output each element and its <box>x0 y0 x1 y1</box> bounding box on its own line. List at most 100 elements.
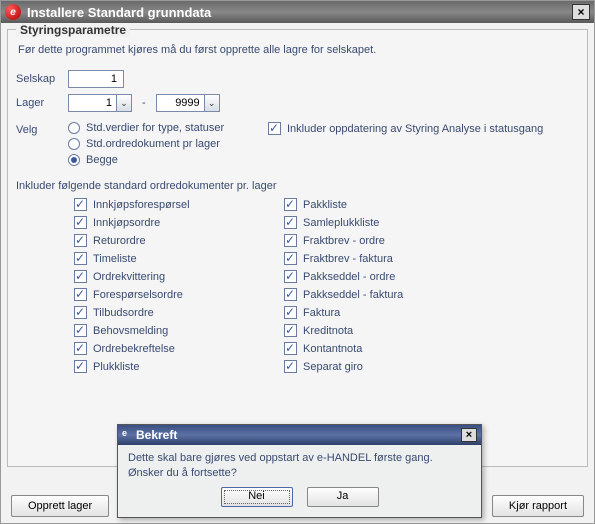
doc-check-item[interactable]: Ordrebekreftelse <box>74 342 284 355</box>
doc-label: Behovsmelding <box>93 325 168 337</box>
checkbox-icon <box>74 324 87 337</box>
checkbox-icon <box>284 216 297 229</box>
lager-to-input[interactable] <box>156 94 204 112</box>
range-dash: - <box>142 97 146 109</box>
doc-check-item[interactable]: Pakkseddel - faktura <box>284 288 494 301</box>
app-logo-icon: e <box>122 428 136 442</box>
kjor-rapport-button[interactable]: Kjør rapport <box>492 495 584 517</box>
doc-col-right: Pakkliste Samleplukkliste Fraktbrev - ordr… <box>284 198 494 378</box>
doc-label: Innkjøpsordre <box>93 217 160 229</box>
radio-std-values[interactable]: Std.verdier for type, statuser <box>68 122 268 134</box>
params-group: Styringsparametre Før dette programmet k… <box>7 29 588 467</box>
doc-check-item[interactable]: Timeliste <box>74 252 284 265</box>
doc-label: Ordrekvittering <box>93 271 165 283</box>
main-window: e Installere Standard grunndata × Styrin… <box>0 0 595 524</box>
radio-label: Begge <box>86 154 118 166</box>
doc-check-item[interactable]: Pakkseddel - ordre <box>284 270 494 283</box>
checkbox-label: Inkluder oppdatering av Styring Analyse … <box>287 123 543 135</box>
checkbox-icon <box>74 252 87 265</box>
doc-check-item[interactable]: Fraktbrev - faktura <box>284 252 494 265</box>
checkbox-icon <box>74 216 87 229</box>
dialog-title: Bekreft <box>136 428 177 442</box>
checkbox-icon <box>284 252 297 265</box>
chevron-down-icon[interactable]: ⌄ <box>204 94 220 112</box>
doc-col-left: Innkjøpsforespørsel Innkjøpsordre Returord… <box>74 198 284 378</box>
confirm-dialog: e Bekreft × Dette skal bare gjøres ved o… <box>117 424 482 518</box>
selskap-input[interactable] <box>68 70 124 88</box>
lager-label: Lager <box>16 97 68 109</box>
intro-text: Før dette programmet kjøres må du først … <box>18 44 579 56</box>
titlebar: e Installere Standard grunndata × <box>1 1 594 23</box>
doc-label: Plukkliste <box>93 361 139 373</box>
doc-columns: Innkjøpsforespørsel Innkjøpsordre Returord… <box>74 198 579 378</box>
doc-check-item[interactable]: Samleplukkliste <box>284 216 494 229</box>
doc-label: Samleplukkliste <box>303 217 379 229</box>
doc-label: Tilbudsordre <box>93 307 154 319</box>
checkbox-icon <box>74 288 87 301</box>
window-title: Installere Standard grunndata <box>27 5 211 20</box>
doc-label: Pakkliste <box>303 199 347 211</box>
doc-label: Faktura <box>303 307 340 319</box>
opprett-lager-button[interactable]: Opprett lager <box>11 495 109 517</box>
radio-icon <box>68 154 80 166</box>
doc-label: Forespørselsordre <box>93 289 183 301</box>
doc-label: Returordre <box>93 235 146 247</box>
doc-label: Pakkseddel - ordre <box>303 271 395 283</box>
radio-icon <box>68 138 80 150</box>
doc-check-item[interactable]: Pakkliste <box>284 198 494 211</box>
doc-check-item[interactable]: Returordre <box>74 234 284 247</box>
checkbox-icon <box>74 360 87 373</box>
doc-check-item[interactable]: Plukkliste <box>74 360 284 373</box>
checkbox-icon <box>74 198 87 211</box>
doc-label: Ordrebekreftelse <box>93 343 175 355</box>
dialog-buttons: Nei Ja <box>128 487 471 507</box>
checkbox-icon <box>268 122 281 135</box>
checkbox-icon <box>74 342 87 355</box>
checkbox-icon <box>74 270 87 283</box>
doc-check-item[interactable]: Ordrekvittering <box>74 270 284 283</box>
checkbox-icon <box>284 324 297 337</box>
include-update-check[interactable]: Inkluder oppdatering av Styring Analyse … <box>268 122 543 135</box>
dialog-text: Dette skal bare gjøres ved oppstart av e… <box>128 451 471 481</box>
doc-check-item[interactable]: Fraktbrev - ordre <box>284 234 494 247</box>
radio-std-doc[interactable]: Std.ordredokument pr lager <box>68 138 268 150</box>
checkbox-icon <box>284 306 297 319</box>
lager-from-input[interactable] <box>68 94 116 112</box>
no-button[interactable]: Nei <box>221 487 293 507</box>
checkbox-icon <box>284 342 297 355</box>
radio-begge[interactable]: Begge <box>68 154 268 166</box>
checkbox-icon <box>74 306 87 319</box>
doc-check-item[interactable]: Faktura <box>284 306 494 319</box>
lager-from-spinner[interactable]: ⌄ <box>68 94 132 112</box>
close-icon[interactable]: × <box>461 428 477 442</box>
checkbox-icon <box>284 198 297 211</box>
doc-label: Timeliste <box>93 253 137 265</box>
chevron-down-icon[interactable]: ⌄ <box>116 94 132 112</box>
doc-check-item[interactable]: Kontantnota <box>284 342 494 355</box>
doc-label: Kontantnota <box>303 343 362 355</box>
velg-label: Velg <box>16 122 68 170</box>
doc-section-label: Inkluder følgende standard ordredokument… <box>16 180 579 192</box>
checkbox-icon <box>284 234 297 247</box>
doc-check-item[interactable]: Innkjøpsordre <box>74 216 284 229</box>
close-icon[interactable]: × <box>572 4 590 20</box>
doc-check-item[interactable]: Separat giro <box>284 360 494 373</box>
doc-label: Separat giro <box>303 361 363 373</box>
doc-label: Innkjøpsforespørsel <box>93 199 190 211</box>
doc-check-item[interactable]: Tilbudsordre <box>74 306 284 319</box>
checkbox-icon <box>74 234 87 247</box>
doc-label: Kreditnota <box>303 325 353 337</box>
doc-label: Pakkseddel - faktura <box>303 289 403 301</box>
app-logo-icon: e <box>5 4 21 20</box>
doc-check-item[interactable]: Innkjøpsforespørsel <box>74 198 284 211</box>
radio-label: Std.verdier for type, statuser <box>86 122 224 134</box>
lager-to-spinner[interactable]: ⌄ <box>156 94 220 112</box>
checkbox-icon <box>284 288 297 301</box>
doc-check-item[interactable]: Kreditnota <box>284 324 494 337</box>
yes-button[interactable]: Ja <box>307 487 379 507</box>
checkbox-icon <box>284 360 297 373</box>
doc-check-item[interactable]: Behovsmelding <box>74 324 284 337</box>
doc-check-item[interactable]: Forespørselsordre <box>74 288 284 301</box>
radio-icon <box>68 122 80 134</box>
dialog-titlebar: e Bekreft × <box>118 425 481 445</box>
